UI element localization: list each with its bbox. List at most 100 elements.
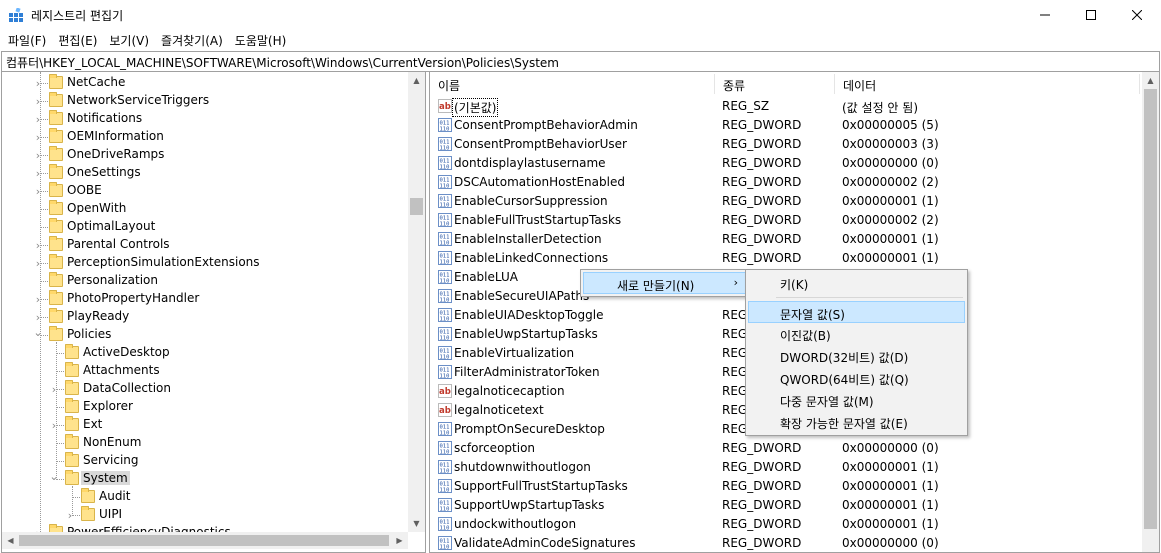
value-row[interactable]: 011 110 SupportUwpStartupTasks REG_DWORD 0x0… <box>430 496 1141 515</box>
menu-favorites[interactable]: 즐겨찾기(A) <box>155 30 229 51</box>
menu-edit[interactable]: 편집(E) <box>52 30 103 51</box>
column-header-data[interactable]: 데이터 <box>835 72 1135 96</box>
tree-item[interactable]: › NetCache <box>2 74 408 92</box>
chevron-right-icon[interactable]: › <box>33 182 43 200</box>
chevron-right-icon[interactable]: › <box>33 92 43 110</box>
tree-item[interactable]: ⌄ System <box>2 470 408 488</box>
tree-vertical-scroll-thumb[interactable] <box>410 198 423 215</box>
close-button[interactable] <box>1114 0 1160 30</box>
column-header-name[interactable]: 이름 <box>430 72 714 96</box>
chevron-right-icon[interactable]: › <box>33 236 43 254</box>
tree-item[interactable]: Personalization <box>2 272 408 290</box>
scroll-up-icon[interactable]: ▲ <box>408 72 425 89</box>
value-row[interactable]: 011 110 ValidateAdminCodeSignatures REG_DWO… <box>430 534 1141 552</box>
tree-item[interactable]: › PlayReady <box>2 308 408 326</box>
chevron-right-icon[interactable]: › <box>49 380 59 398</box>
tree-item[interactable]: › DataCollection <box>2 380 408 398</box>
chevron-down-icon[interactable]: ⌄ <box>49 467 59 485</box>
submenu-item[interactable]: 문자열 값(S) <box>748 301 965 323</box>
value-row[interactable]: 011 110 EnableFullTrustStartupTasks REG_DWO… <box>430 211 1141 230</box>
column-divider[interactable] <box>1139 74 1140 94</box>
tree-item[interactable]: › Notifications <box>2 110 408 128</box>
context-menu-new[interactable]: 새로 만들기(N) › <box>583 272 747 294</box>
tree-item[interactable]: › OEMInformation <box>2 128 408 146</box>
chevron-right-icon[interactable]: › <box>33 254 43 272</box>
tree-item[interactable]: OptimalLayout <box>2 218 408 236</box>
binary-value-icon: 011110 <box>438 517 452 531</box>
list-vertical-scrollbar[interactable]: ▲ <box>1142 72 1159 552</box>
address-path: 컴퓨터\HKEY_LOCAL_MACHINE\SOFTWARE\Microsof… <box>6 56 559 70</box>
value-row[interactable]: 011 110 EnableInstallerDetection REG_DWORD 0… <box>430 230 1141 249</box>
scroll-left-icon[interactable]: ◀ <box>2 532 19 549</box>
value-data: 0x00000002 (2) <box>842 175 939 189</box>
tree-item[interactable]: OpenWith <box>2 200 408 218</box>
menu-help[interactable]: 도움말(H) <box>229 30 293 51</box>
chevron-right-icon[interactable]: › <box>33 290 43 308</box>
submenu-item[interactable]: 확장 가능한 문자열 값(E) <box>748 411 965 433</box>
tree-horizontal-scroll-thumb[interactable] <box>19 535 389 546</box>
tree-item[interactable]: › OneDriveRamps <box>2 146 408 164</box>
value-name: legalnoticetext <box>454 403 544 417</box>
tree-item[interactable]: NonEnum <box>2 434 408 452</box>
chevron-right-icon[interactable]: › <box>65 506 75 524</box>
submenu-item[interactable]: QWORD(64비트) 값(Q) <box>748 367 965 389</box>
tree-item[interactable]: › NetworkServiceTriggers <box>2 92 408 110</box>
chevron-right-icon[interactable]: › <box>33 74 43 92</box>
value-row[interactable]: 011 110 shutdownwithoutlogon REG_DWORD 0x000… <box>430 458 1141 477</box>
tree-vertical-scrollbar[interactable]: ▲ ▼ <box>408 72 425 532</box>
tree-horizontal-scrollbar[interactable]: ◀ ▶ <box>2 532 408 549</box>
submenu-item[interactable]: DWORD(32비트) 값(D) <box>748 345 965 367</box>
maximize-button[interactable] <box>1068 0 1114 30</box>
chevron-right-icon[interactable]: › <box>33 110 43 128</box>
value-row[interactable]: 011 110 EnableCursorSuppression REG_DWORD 0x… <box>430 192 1141 211</box>
value-row[interactable]: 011 110 ConsentPromptBehaviorAdmin REG_DWOR… <box>430 116 1141 135</box>
value-row[interactable]: 011 110 dontdisplaylastusername REG_DWORD 0x… <box>430 154 1141 173</box>
tree-item[interactable]: › Ext <box>2 416 408 434</box>
tree-item[interactable]: ⌄ Policies <box>2 326 408 344</box>
chevron-right-icon[interactable]: › <box>33 146 43 164</box>
tree-item[interactable]: Attachments <box>2 362 408 380</box>
column-header-type[interactable]: 종류 <box>715 72 835 96</box>
value-row[interactable]: 011 110 ConsentPromptBehaviorUser REG_DWORD… <box>430 135 1141 154</box>
tree-item[interactable]: ActiveDesktop <box>2 344 408 362</box>
chevron-right-icon[interactable]: › <box>33 164 43 182</box>
value-row[interactable]: 011 110 DSCAutomationHostEnabled REG_DWORD 0… <box>430 173 1141 192</box>
tree-item[interactable]: › UIPI <box>2 506 408 524</box>
tree-item[interactable]: › PerceptionSimulationExtensions <box>2 254 408 272</box>
chevron-down-icon[interactable]: ⌄ <box>33 323 43 341</box>
tree-item[interactable]: › Parental Controls <box>2 236 408 254</box>
menu-file[interactable]: 파일(F) <box>2 30 52 51</box>
address-bar[interactable]: 컴퓨터\HKEY_LOCAL_MACHINE\SOFTWARE\Microsof… <box>1 51 1160 72</box>
scroll-up-icon[interactable]: ▲ <box>1142 72 1159 89</box>
submenu-item[interactable]: 다중 문자열 값(M) <box>748 389 965 411</box>
value-row[interactable]: 011 110 scforceoption REG_DWORD 0x00000000 (… <box>430 439 1141 458</box>
tree-item[interactable]: › OOBE <box>2 182 408 200</box>
tree-item[interactable]: › OneSettings <box>2 164 408 182</box>
chevron-right-icon[interactable]: › <box>49 416 59 434</box>
value-type: REG_DWORD <box>722 213 802 227</box>
svg-text:110: 110 <box>440 146 450 152</box>
value-row[interactable]: 011 110 SupportFullTrustStartupTasks REG_DW… <box>430 477 1141 496</box>
value-name: scforceoption <box>454 441 536 455</box>
value-row[interactable]: ab (기본값) REG_SZ (값 설정 안 됨) <box>430 97 1141 117</box>
tree-item[interactable]: Audit <box>2 488 408 506</box>
list-vertical-scroll-thumb[interactable] <box>1144 89 1157 529</box>
tree-item[interactable]: › PhotoPropertyHandler <box>2 290 408 308</box>
value-row[interactable]: 011 110 undockwithoutlogon REG_DWORD 0x00000… <box>430 515 1141 534</box>
value-name: ConsentPromptBehaviorUser <box>454 137 627 151</box>
binary-value-icon: 011110 <box>438 270 452 284</box>
svg-text:ab: ab <box>439 387 451 397</box>
svg-text:110: 110 <box>440 355 450 361</box>
tree-item[interactable]: › PowerEfficiencyDiagnostics <box>2 524 408 532</box>
tree-item[interactable]: Explorer <box>2 398 408 416</box>
chevron-right-icon[interactable]: › <box>33 524 43 533</box>
tree-item[interactable]: Servicing <box>2 452 408 470</box>
submenu-item[interactable]: 이진값(B) <box>748 323 965 345</box>
minimize-button[interactable] <box>1022 0 1068 30</box>
scroll-down-icon[interactable]: ▼ <box>408 515 425 532</box>
submenu-item-key[interactable]: 키(K) <box>748 272 965 294</box>
scroll-right-icon[interactable]: ▶ <box>391 532 408 549</box>
value-row[interactable]: 011 110 EnableLinkedConnections REG_DWORD 0x… <box>430 249 1141 268</box>
chevron-right-icon[interactable]: › <box>33 128 43 146</box>
menu-view[interactable]: 보기(V) <box>103 30 155 51</box>
